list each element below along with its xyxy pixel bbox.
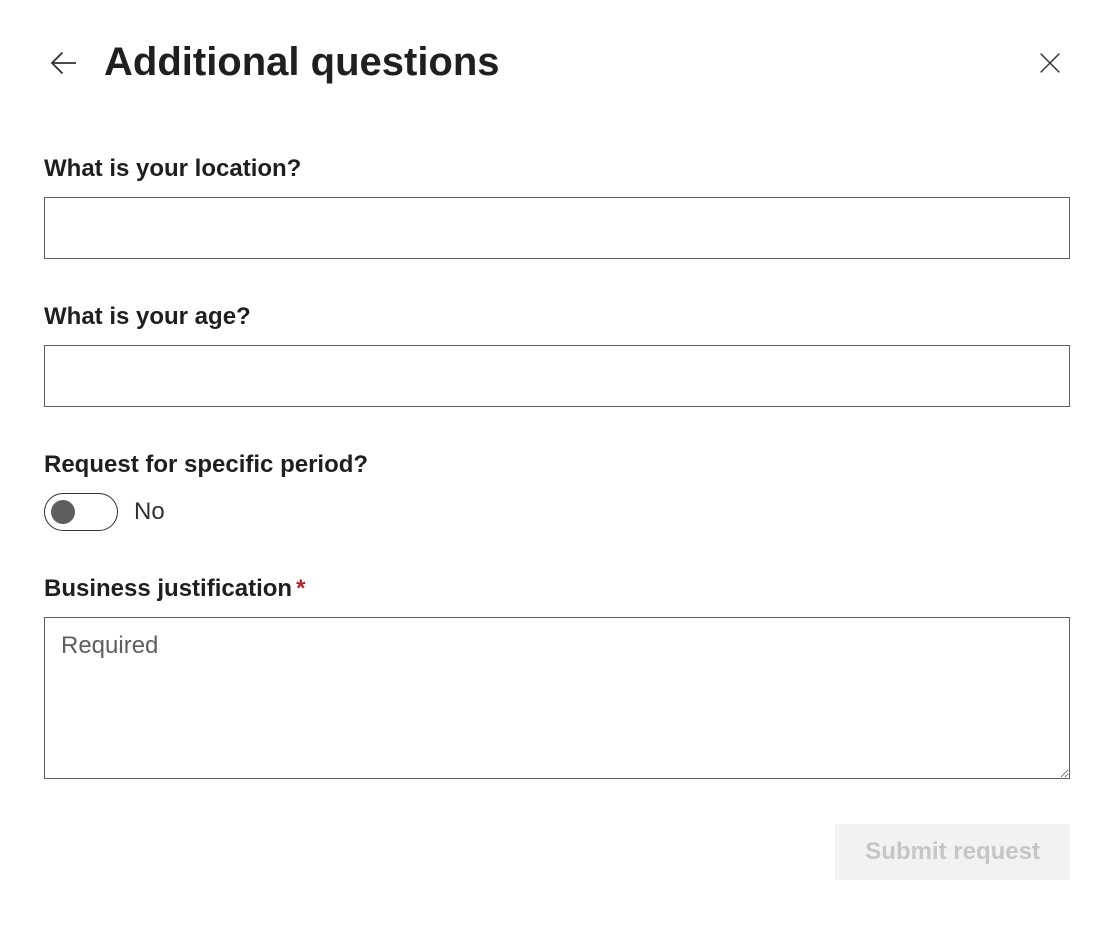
age-field-group: What is your age? (44, 303, 1070, 407)
submit-request-button[interactable]: Submit request (835, 824, 1070, 880)
location-input[interactable] (44, 197, 1070, 259)
location-field-group: What is your location? (44, 155, 1070, 259)
page-header: Additional questions (44, 40, 1070, 85)
back-button[interactable] (44, 43, 84, 83)
close-button[interactable] (1030, 43, 1070, 83)
close-icon (1036, 49, 1064, 77)
age-input[interactable] (44, 345, 1070, 407)
specific-period-toggle[interactable] (44, 493, 118, 531)
toggle-value-label: No (134, 498, 165, 526)
toggle-thumb (51, 500, 75, 524)
form-footer: Submit request (44, 824, 1070, 880)
age-label: What is your age? (44, 303, 1070, 331)
toggle-row: No (44, 493, 1070, 531)
arrow-left-icon (46, 45, 82, 81)
location-label: What is your location? (44, 155, 1070, 183)
business-justification-input[interactable] (44, 617, 1070, 779)
business-justification-field-group: Business justification* (44, 575, 1070, 784)
required-asterisk: * (296, 575, 305, 602)
business-justification-label-text: Business justification (44, 575, 292, 602)
specific-period-label: Request for specific period? (44, 451, 1070, 479)
page-title: Additional questions (104, 40, 1030, 85)
business-justification-label: Business justification* (44, 575, 1070, 603)
specific-period-field-group: Request for specific period? No (44, 451, 1070, 531)
